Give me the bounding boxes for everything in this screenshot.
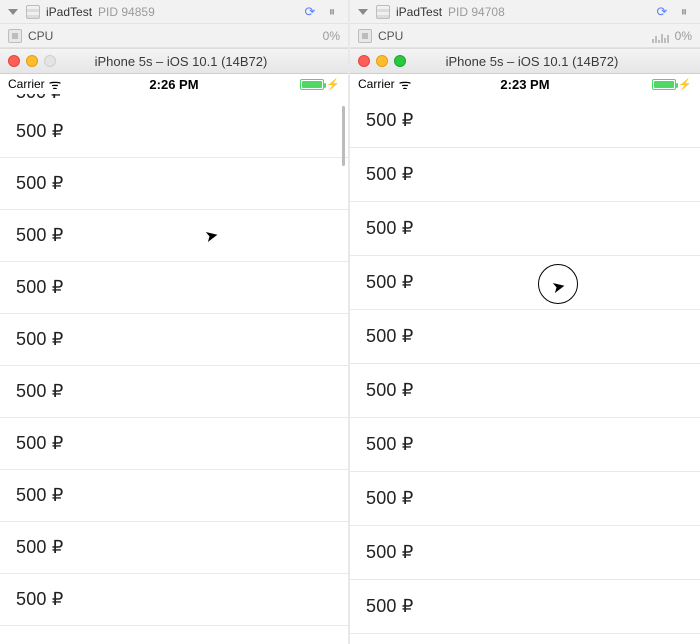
pause-icon[interactable]: ⏸ [324,4,340,20]
list-item-label: 500 ₽ [16,329,64,350]
simulator-titlebar: iPhone 5s – iOS 10.1 (14B72) [0,48,348,74]
list-item-label: 500 ₽ [16,485,64,506]
carrier-label: Carrier [8,77,45,91]
ios-status-bar: Carrier ᯤ 2:23 PM ⚡ [350,74,700,94]
list-item-label: 500 ₽ [366,164,414,185]
xcode-debug-bar: iPadTest PID 94708 ⟳ ⏸ CPU 0% [350,0,700,48]
process-icon [376,5,390,19]
list-item-label: 500 ₽ [366,434,414,455]
table-row[interactable]: 500 ₽ [350,526,700,580]
list-item-label: 500 ₽ [366,272,414,293]
table-row[interactable]: 500 ₽ [0,106,348,158]
pane-right: iPadTest PID 94708 ⟳ ⏸ CPU 0% iPhone 5s … [350,0,700,644]
table-row[interactable]: 500 ₽ [0,470,348,522]
simulator-title: iPhone 5s – iOS 10.1 (14B72) [372,54,692,69]
table-row[interactable]: 500 ₽ [350,310,700,364]
table-row[interactable]: 500 ₽ [0,574,348,626]
cpu-percent: 0% [323,29,340,43]
table-row[interactable]: 500 ₽ [350,94,700,148]
status-time: 2:26 PM [149,77,198,92]
list-item-label: 500 ₽ [16,433,64,454]
table-list[interactable]: 500 ₽ 500 ₽ 500 ₽ 500 ₽ 500 ₽ 500 ₽ 500 … [0,106,348,644]
pane-left: iPadTest PID 94859 ⟳ ⏸ CPU 0% iPhone 5s … [0,0,350,644]
cpu-icon [8,29,22,43]
carrier-label: Carrier [358,77,395,91]
refresh-icon[interactable]: ⟳ [302,4,318,20]
disclosure-triangle-icon[interactable] [358,9,368,15]
charging-bolt-icon: ⚡ [326,78,340,91]
wifi-icon: ᯤ [49,77,62,91]
list-item-label: 500 ₽ [16,173,64,194]
status-time: 2:23 PM [500,77,549,92]
simulator-title: iPhone 5s – iOS 10.1 (14B72) [22,54,340,69]
table-row[interactable]: 500 ₽ [0,210,348,262]
xcode-debug-bar: iPadTest PID 94859 ⟳ ⏸ CPU 0% [0,0,348,48]
table-row[interactable]: 500 ₽ [350,418,700,472]
process-pid: PID 94859 [98,5,155,19]
charging-bolt-icon: ⚡ [678,78,692,91]
disclosure-triangle-icon[interactable] [8,9,18,15]
list-item-label: 500 ₽ [366,596,414,617]
list-item-label: 500 ₽ [366,488,414,509]
partial-row-peek: 500 ₽ [0,94,348,106]
list-item-label: 500 ₽ [16,277,64,298]
table-row[interactable]: 500 ₽ [0,366,348,418]
table-row[interactable]: 500 ₽ [0,158,348,210]
simulator-titlebar: iPhone 5s – iOS 10.1 (14B72) [350,48,700,74]
list-item-label: 500 ₽ [16,589,64,610]
ios-status-bar: Carrier ᯤ 2:26 PM ⚡ [0,74,348,94]
process-icon [26,5,40,19]
scroll-indicator[interactable] [342,106,345,166]
list-item-label: 500 ₽ [16,225,64,246]
list-item-label: 500 ₽ [16,381,64,402]
list-item-label: 500 ₽ [16,121,64,142]
traffic-light-close-icon[interactable] [8,55,20,67]
table-row[interactable]: 500 ₽ [350,364,700,418]
table-row[interactable]: 500 ₽ [350,634,700,644]
list-item-label: 500 ₽ [366,326,414,347]
cpu-label: CPU [28,29,53,43]
table-row[interactable]: 500 ₽ [350,580,700,634]
cpu-icon [358,29,372,43]
cpu-bars-icon [652,29,669,43]
list-item-label: 500 ₽ [366,110,414,131]
table-list[interactable]: 500 ₽ 500 ₽ 500 ₽ 500 ₽ 500 ₽ 500 ₽ 500 … [350,94,700,644]
cpu-label: CPU [378,29,403,43]
battery-icon [652,79,676,90]
process-name: iPadTest [46,5,92,19]
table-row[interactable]: 500 ₽ [350,256,700,310]
table-row[interactable]: 500 ₽ [0,262,348,314]
wifi-icon: ᯤ [399,77,412,91]
table-row[interactable]: 500 ₽ [350,202,700,256]
list-item-label: 500 ₽ [366,218,414,239]
process-pid: PID 94708 [448,5,505,19]
table-row[interactable]: 500 ₽ [0,418,348,470]
traffic-light-close-icon[interactable] [358,55,370,67]
list-item-label: 500 ₽ [16,537,64,558]
table-row[interactable]: 500 ₽ [0,314,348,366]
battery-icon [300,79,324,90]
list-item-label: 500 ₽ [366,542,414,563]
table-row[interactable]: 500 ₽ [350,148,700,202]
table-row[interactable]: 500 ₽ [350,472,700,526]
table-row[interactable]: 500 ₽ [0,522,348,574]
list-item-label: 500 ₽ [366,380,414,401]
list-item-label: 500 ₽ [0,94,348,103]
refresh-icon[interactable]: ⟳ [654,4,670,20]
process-name: iPadTest [396,5,442,19]
pause-icon[interactable]: ⏸ [676,4,692,20]
cpu-percent: 0% [675,29,692,43]
